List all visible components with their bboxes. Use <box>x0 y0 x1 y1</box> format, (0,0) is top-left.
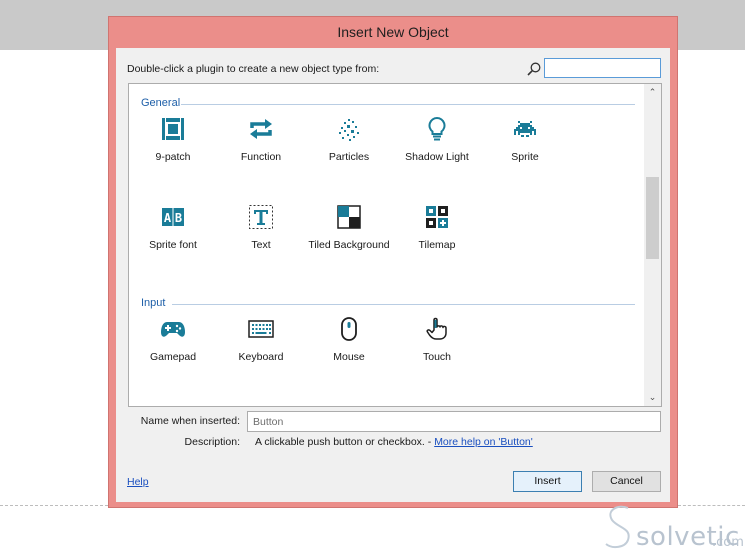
plugin-label: Text <box>251 239 271 251</box>
insert-object-dialog: Insert New Object Double-click a plugin … <box>108 16 678 508</box>
search-input[interactable] <box>544 58 661 78</box>
plugin-touch[interactable]: Touch <box>393 316 481 368</box>
plugin-label: Keyboard <box>238 351 284 363</box>
plugin-tilemap[interactable]: Tilemap <box>393 204 481 256</box>
plugin-tiled-background[interactable]: Tiled Background <box>305 204 393 256</box>
scroll-down-arrow-icon[interactable]: ⌄ <box>644 389 661 406</box>
plugin-label: Tiled Background <box>308 239 390 251</box>
sprite-icon <box>514 121 536 137</box>
text-icon <box>249 205 273 229</box>
plugin-function[interactable]: Function <box>217 116 305 168</box>
plugin-shadow-light[interactable]: Shadow Light <box>393 116 481 168</box>
more-help-link[interactable]: More help on 'Button' <box>434 436 533 448</box>
watermark-suffix: .com <box>712 535 744 550</box>
scroll-up-arrow-icon[interactable]: ⌃ <box>644 84 661 101</box>
group-header-general: General <box>141 97 181 109</box>
background-dashed-line-left <box>0 505 108 506</box>
plugin-sprite[interactable]: Sprite <box>481 116 569 168</box>
svg-text:B: B <box>175 211 182 225</box>
plugin-list-scrollbar[interactable]: ⌃ ⌄ <box>644 84 661 406</box>
name-field-label: Name when inserted: <box>140 415 240 427</box>
touch-icon <box>426 317 447 340</box>
description-body: A clickable push button or checkbox. - <box>255 436 435 448</box>
plugin-label: Particles <box>328 151 370 163</box>
svg-text:A: A <box>164 211 172 225</box>
instruction-text: Double-click a plugin to create a new ob… <box>127 63 380 75</box>
help-link[interactable]: Help <box>127 476 149 488</box>
plugin-label: Sprite font <box>149 239 197 251</box>
plugin-label: 9-patch <box>155 151 191 163</box>
plugin-gamepad[interactable]: Gamepad <box>129 316 217 368</box>
tilemap-icon <box>426 206 448 228</box>
nine-patch-icon <box>162 118 184 140</box>
dialog-client-area: Double-click a plugin to create a new ob… <box>116 48 670 502</box>
plugin-label: Shadow Light <box>405 151 469 163</box>
tiled-background-icon <box>337 205 361 229</box>
plugin-label: Mouse <box>333 351 365 363</box>
plugin-label: Tilemap <box>418 239 456 251</box>
plugin-label: Sprite <box>511 151 539 163</box>
sprite-font-icon: A B <box>162 208 184 226</box>
mouse-icon <box>341 317 357 341</box>
plugin-label: Gamepad <box>149 351 197 363</box>
insert-button[interactable]: Insert <box>513 471 582 492</box>
plugin-sprite-font[interactable]: A B Sprite font <box>129 204 217 256</box>
plugin-keyboard[interactable]: Keyboard <box>217 316 305 368</box>
keyboard-icon <box>248 320 274 338</box>
plugin-list[interactable]: General 9-patch Function Particles Shado… <box>128 83 662 407</box>
solvetic-watermark: solvetic .com <box>598 502 744 554</box>
dialog-title: Insert New Object <box>337 24 449 40</box>
search-icon <box>527 62 541 76</box>
description-text: A clickable push button or checkbox. - M… <box>255 436 533 448</box>
group-header-input: Input <box>141 297 166 309</box>
plugin-text[interactable]: Text <box>217 204 305 256</box>
plugin-particles[interactable]: Particles <box>305 116 393 168</box>
function-icon <box>250 119 272 139</box>
particles-icon <box>339 119 359 141</box>
shadow-light-icon <box>428 116 446 141</box>
plugin-label: Touch <box>422 351 452 363</box>
plugin-label: Function <box>240 151 282 163</box>
name-input[interactable] <box>247 411 661 432</box>
cancel-button[interactable]: Cancel <box>592 471 661 492</box>
group-divider <box>181 104 635 105</box>
plugin-mouse[interactable]: Mouse <box>305 316 393 368</box>
scroll-thumb[interactable] <box>646 177 659 259</box>
plugin-9-patch[interactable]: 9-patch <box>129 116 217 168</box>
group-divider <box>172 304 635 305</box>
gamepad-icon <box>161 322 185 337</box>
description-label: Description: <box>184 436 240 448</box>
